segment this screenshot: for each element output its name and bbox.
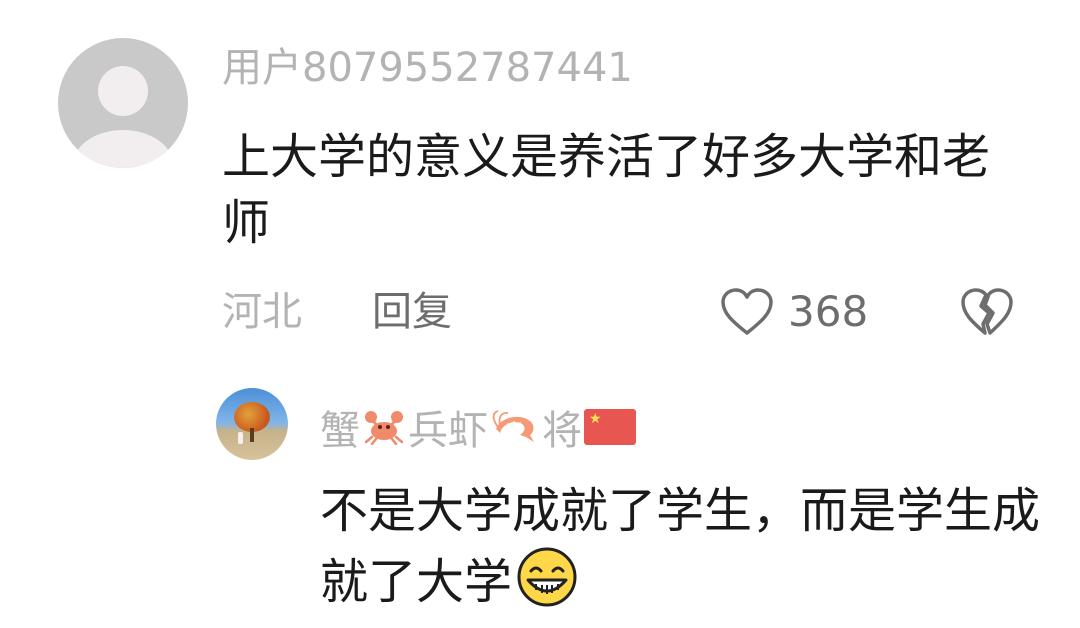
- replier-avatar[interactable]: [216, 388, 288, 460]
- heart-outline-icon: [721, 288, 773, 335]
- crab-emoji-icon: [364, 411, 404, 445]
- flag-star-icon: ★: [589, 411, 602, 427]
- broken-heart-icon[interactable]: [960, 286, 1014, 338]
- commenter-username[interactable]: 用户8079552787441: [222, 44, 633, 92]
- avatar-body-silhouette: [73, 130, 173, 168]
- like-button[interactable]: 368: [720, 286, 868, 338]
- comment-location: 河北: [222, 289, 302, 335]
- grinning-face-icon: [517, 547, 577, 607]
- avatar-head-silhouette: [98, 66, 148, 116]
- shrimp-emoji-icon: [492, 410, 534, 442]
- comment-meta-row: 河北 回复 368: [222, 286, 1020, 338]
- replier-username-part: 蟹: [320, 408, 360, 454]
- commenter-avatar[interactable]: [58, 38, 188, 168]
- reply-text: 不是大学成就了学生，而是学生成就了大学: [320, 476, 1040, 617]
- replier-username-part: 将: [542, 408, 582, 454]
- avatar-tree-trunk: [250, 428, 254, 442]
- comment-text: 上大学的意义是养活了好多大学和老师: [222, 129, 991, 251]
- replier-username-part: 兵虾: [408, 408, 488, 454]
- reply-text-content: 不是大学成就了学生，而是学生成就了大学: [320, 483, 1041, 610]
- reply-button[interactable]: 回复: [372, 286, 452, 338]
- avatar-person: [238, 432, 243, 444]
- like-count: 368: [788, 287, 869, 336]
- china-flag-icon: ★: [584, 409, 636, 445]
- replier-username[interactable]: 蟹 兵虾 将 ★: [320, 400, 638, 454]
